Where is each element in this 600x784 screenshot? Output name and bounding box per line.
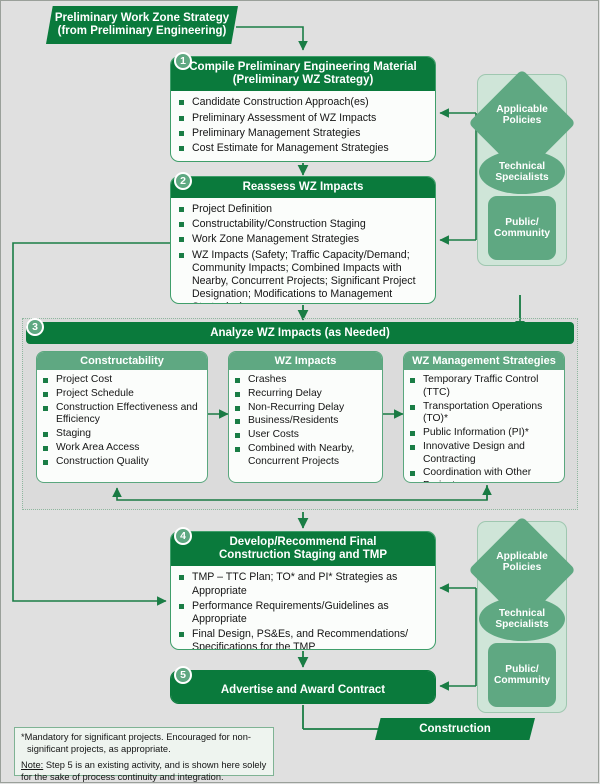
list-item: Candidate Construction Approach(es) — [179, 96, 429, 109]
step-2-body: Project Definition Constructability/Cons… — [171, 198, 435, 303]
list-item: Preliminary Management Strategies — [179, 127, 429, 140]
public-community-rect-top[interactable]: Public/ Community — [488, 196, 556, 260]
list-item: Work Area Access — [43, 442, 203, 455]
list-item: Construction Quality — [43, 456, 203, 469]
list-item: Construction Effectiveness and Efficienc… — [43, 402, 203, 428]
list-item: User Costs — [235, 429, 378, 442]
list-item: Performance Requirements/Guidelines as A… — [179, 600, 429, 626]
diagram-canvas: Preliminary Work Zone Strategy (from Pre… — [0, 0, 600, 784]
banner-preliminary-strategy: Preliminary Work Zone Strategy (from Pre… — [46, 6, 238, 44]
step-4-body: TMP – TTC Plan; TO* and PI* Strategies a… — [171, 566, 435, 649]
step-number-5: 5 — [174, 666, 192, 684]
subpanel-wz-impacts-body: Crashes Recurring Delay Non-Recurring De… — [229, 370, 382, 473]
list-item: Non-Recurring Delay — [235, 402, 378, 415]
list-item: Crashes — [235, 374, 378, 387]
step-2-header: Reassess WZ Impacts — [171, 177, 435, 199]
subpanel-constructability-list: Project Cost Project Schedule Constructi… — [43, 374, 203, 468]
list-item: Preliminary Assessment of WZ Impacts — [179, 112, 429, 125]
public-community-line2-top: Community — [493, 228, 551, 239]
step-number-1: 1 — [174, 52, 192, 70]
list-item: Innovative Design and Contracting — [410, 441, 560, 467]
subpanel-wz-management-strategies[interactable]: WZ Management Strategies Temporary Traff… — [403, 351, 565, 483]
subpanel-constructability[interactable]: Constructability Project Cost Project Sc… — [36, 351, 208, 483]
subpanel-wz-management-title: WZ Management Strategies — [404, 352, 564, 370]
list-item: Business/Residents — [235, 415, 378, 428]
step-number-4: 4 — [174, 527, 192, 545]
list-item: Cost Estimate for Management Strategies — [179, 142, 429, 155]
banner-top-line1: Preliminary Work Zone Strategy — [54, 12, 230, 25]
banner-top-line2: (from Preliminary Engineering) — [57, 25, 227, 37]
subpanel-wz-impacts-list: Crashes Recurring Delay Non-Recurring De… — [235, 374, 378, 468]
technical-specialists-line2-top: Specialists — [495, 172, 549, 183]
step-4-title-line2: Construction Staging and TMP — [218, 549, 388, 562]
list-item: Staging — [43, 428, 203, 441]
public-community-line1-bottom: Public/ — [505, 663, 539, 675]
step-1-body: Candidate Construction Approach(es) Prel… — [171, 91, 435, 161]
public-community-line1-top: Public/ — [505, 216, 539, 228]
technical-specialists-line1-top: Technical — [498, 160, 546, 172]
list-item: Project Cost — [43, 374, 203, 387]
step-4-header: Develop/Recommend Final Construction Sta… — [171, 532, 435, 567]
public-community-rect-bottom[interactable]: Public/ Community — [488, 643, 556, 707]
list-item: Temporary Traffic Control (TTC) — [410, 374, 560, 400]
subpanel-wz-impacts[interactable]: WZ Impacts Crashes Recurring Delay Non-R… — [228, 351, 383, 483]
subpanel-wz-management-list: Temporary Traffic Control (TTC) Transpor… — [410, 374, 560, 482]
list-item: Public Information (PI)* — [410, 427, 560, 440]
list-item: Project Schedule — [43, 388, 203, 401]
step-1-list: Candidate Construction Approach(es) Prel… — [179, 96, 429, 155]
step-box-4[interactable]: Develop/Recommend Final Construction Sta… — [170, 531, 436, 650]
step-1-title-line1: Compile Preliminary Engineering Material — [189, 61, 417, 73]
applicable-policies-label-top: Applicable Policies — [479, 104, 565, 126]
technical-specialists-ellipse-top[interactable]: Technical Specialists — [479, 150, 565, 194]
list-item: Final Design, PS&Es, and Recommendations… — [179, 628, 429, 649]
step-5-header: Advertise and Award Contract — [171, 671, 435, 703]
list-item: Coordination with Other Projects — [410, 467, 560, 482]
step-box-5[interactable]: Advertise and Award Contract — [170, 670, 436, 704]
public-community-line2-bottom: Community — [493, 675, 551, 686]
list-item: Transportation Operations (TO)* — [410, 401, 560, 427]
footnote-note-text: Step 5 is an existing activity, and is s… — [21, 760, 267, 782]
list-item: Constructability/Construction Staging — [179, 218, 429, 231]
step-4-list: TMP – TTC Plan; TO* and PI* Strategies a… — [179, 571, 429, 649]
footnote-line1: *Mandatory for significant projects. Enc… — [21, 732, 251, 754]
subpanel-wz-management-body: Temporary Traffic Control (TTC) Transpor… — [404, 370, 564, 482]
applicable-policies-line2-bottom: Policies — [502, 562, 542, 574]
step-5-title-line1: Advertise and Award Contract — [220, 684, 386, 697]
subpanel-constructability-body: Project Cost Project Schedule Constructi… — [37, 370, 207, 473]
subpanel-constructability-title: Constructability — [37, 352, 207, 370]
list-item: TMP – TTC Plan; TO* and PI* Strategies a… — [179, 571, 429, 597]
step-number-3: 3 — [26, 318, 44, 336]
technical-specialists-ellipse-bottom[interactable]: Technical Specialists — [479, 597, 565, 641]
footnote-box: *Mandatory for significant projects. Enc… — [14, 727, 274, 782]
step-box-1[interactable]: Compile Preliminary Engineering Material… — [170, 56, 436, 162]
step-2-title-line1: Reassess WZ Impacts — [242, 181, 364, 193]
subpanel-wz-impacts-title: WZ Impacts — [229, 352, 382, 370]
step-3-header[interactable]: Analyze WZ Impacts (as Needed) — [26, 322, 574, 344]
step-2-list: Project Definition Constructability/Cons… — [179, 203, 429, 303]
step-4-title-line1: Develop/Recommend Final — [229, 536, 377, 548]
footnote-note: Note: Step 5 is an existing activity, an… — [21, 760, 267, 783]
technical-specialists-line1-bottom: Technical — [498, 607, 546, 619]
applicable-policies-label-bottom: Applicable Policies — [479, 551, 565, 573]
banner-construction: Construction — [375, 718, 535, 740]
step-number-2: 2 — [174, 172, 192, 190]
technical-specialists-line2-bottom: Specialists — [495, 619, 549, 630]
step-1-header: Compile Preliminary Engineering Material… — [171, 57, 435, 92]
step-box-2[interactable]: Reassess WZ Impacts Project Definition C… — [170, 176, 436, 304]
step-1-title-line2: (Preliminary WZ Strategy) — [232, 74, 374, 87]
footnote-note-label: Note: — [21, 760, 44, 771]
applicable-policies-line1-bottom: Applicable — [496, 551, 548, 562]
list-item: Project Definition — [179, 203, 429, 216]
list-item: Combined with Nearby, Concurrent Project… — [235, 443, 378, 469]
applicable-policies-line1-top: Applicable — [496, 104, 548, 115]
list-item: Work Zone Management Strategies — [179, 233, 429, 246]
list-item: Recurring Delay — [235, 388, 378, 401]
applicable-policies-line2-top: Policies — [502, 115, 542, 127]
line-banner-to-step1 — [236, 26, 308, 51]
list-item: WZ Impacts (Safety; Traffic Capacity/Dem… — [179, 249, 429, 303]
